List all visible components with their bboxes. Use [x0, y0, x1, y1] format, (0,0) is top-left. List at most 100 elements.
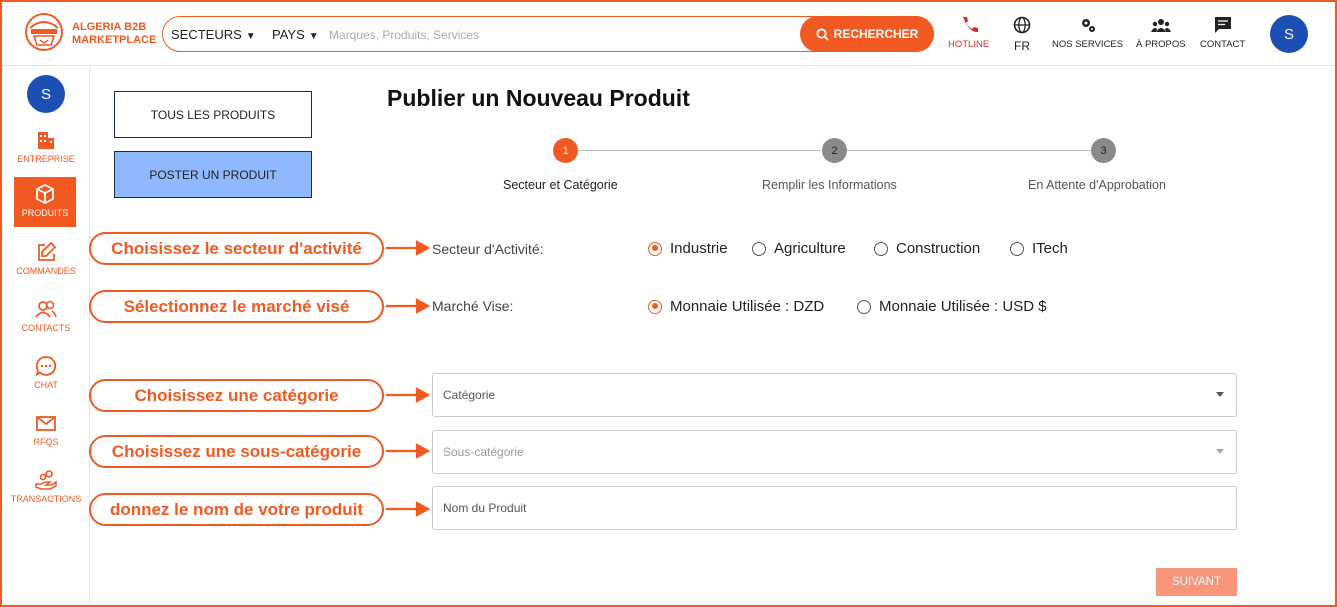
sectors-dropdown[interactable]: SECTEURS ▼	[171, 27, 256, 42]
chat-icon	[35, 356, 57, 377]
language-selector[interactable]: FR	[1012, 16, 1032, 53]
sidebar-item-label: COMMANDES	[16, 266, 76, 276]
brand-line-1: ALGERIA B2B	[72, 21, 147, 33]
page-title: Publier un Nouveau Produit	[387, 85, 690, 111]
subcategory-select[interactable]: Sous-catégorie	[432, 430, 1237, 474]
post-product-button[interactable]: POSTER UN PRODUIT	[114, 151, 312, 198]
product-name-placeholder: Nom du Produit	[443, 501, 527, 515]
chevron-down-icon: ▼	[308, 31, 319, 42]
subcategory-placeholder: Sous-catégorie	[443, 445, 524, 459]
search-input[interactable]	[329, 25, 789, 45]
step-2-label: Remplir les Informations	[762, 178, 897, 192]
search-icon	[816, 27, 829, 41]
contact-link[interactable]: CONTACT	[1200, 16, 1245, 50]
radio-label: Monnaie Utilisée : DZD	[670, 298, 825, 315]
annotation-name: donnez le nom de votre produit	[89, 493, 384, 526]
sector-radio-itech[interactable]: ITech	[1010, 240, 1068, 257]
category-placeholder: Catégorie	[443, 388, 496, 402]
sector-label: Secteur d'Activité:	[432, 241, 544, 257]
services-label: NOS SERVICES	[1052, 39, 1124, 50]
contact-label: CONTACT	[1200, 39, 1246, 50]
sidebar-item-produits[interactable]: PRODUITS	[14, 177, 76, 227]
country-dropdown[interactable]: PAYS ▼	[272, 27, 319, 42]
chevron-down-icon: ▼	[245, 31, 256, 42]
edit-icon	[38, 241, 57, 261]
arrow-right-icon	[415, 240, 431, 256]
arrow-right-icon	[415, 443, 431, 459]
market-label: Marché Vise:	[432, 298, 514, 314]
search-button-label: RECHERCHER	[833, 27, 919, 41]
brand-line-2: MARKETPLACE	[72, 34, 157, 46]
user-avatar[interactable]: S	[1270, 15, 1308, 53]
gears-icon	[1081, 19, 1095, 32]
radio-label: Industrie	[670, 240, 728, 257]
step-3-indicator: 3	[1091, 138, 1116, 163]
hotline-label: HOTLINE	[948, 39, 990, 50]
search-button[interactable]: RECHERCHER	[800, 16, 934, 52]
sidebar-item-rfqs[interactable]: RFQS	[2, 412, 90, 447]
language-label: FR	[1014, 39, 1030, 53]
sidebar-item-transactions[interactable]: TRANSACTIONS	[2, 469, 90, 504]
product-name-field[interactable]: Nom du Produit	[432, 486, 1237, 530]
globe-icon	[1013, 16, 1031, 34]
radio-unselected-icon	[874, 241, 888, 256]
arrow-right-icon	[415, 298, 431, 314]
annotation-arrows	[386, 240, 431, 517]
annotation-sector: Choisissez le secteur d'activité	[89, 232, 384, 265]
hand-coins-icon	[35, 470, 57, 490]
sector-radio-construction[interactable]: Construction	[874, 240, 980, 257]
logo-icon[interactable]	[24, 12, 64, 52]
stepper-connector	[847, 150, 1090, 151]
about-label: À PROPOS	[1136, 39, 1186, 50]
step-3-label: En Attente d'Approbation	[1028, 178, 1166, 192]
radio-label: Construction	[896, 240, 981, 257]
services-link[interactable]: NOS SERVICES	[1052, 16, 1123, 50]
radio-selected-icon	[648, 241, 662, 256]
sectors-label: SECTEURS	[171, 27, 242, 42]
hotline-link[interactable]: HOTLINE	[948, 16, 989, 50]
sidebar-avatar[interactable]: S	[27, 75, 65, 113]
annotation-subcategory: Choisissez une sous-catégorie	[89, 435, 384, 468]
team-icon	[1150, 19, 1171, 32]
step-1-indicator: 1	[553, 138, 578, 163]
sector-radio-agriculture[interactable]: Agriculture	[752, 240, 846, 257]
phone-icon	[962, 17, 978, 33]
annotation-category: Choisissez une catégorie	[89, 379, 384, 412]
top-header: ALGERIA B2B MARKETPLACE SECTEURS ▼ PAYS ▼ …	[2, 2, 1335, 66]
building-icon	[38, 132, 54, 149]
search-bar: SECTEURS▼ PAYS▼ RECHERCHER	[162, 16, 934, 52]
radio-unselected-icon	[857, 299, 871, 314]
sidebar-item-entreprise[interactable]: ENTREPRISE	[2, 129, 90, 164]
sidebar-item-commandes[interactable]: COMMANDES	[2, 241, 90, 276]
dropdown-caret-icon	[1216, 392, 1224, 397]
sidebar-item-contacts[interactable]: CONTACTS	[2, 298, 90, 333]
sidebar-item-chat[interactable]: CHAT	[2, 355, 90, 390]
step-2-indicator: 2	[822, 138, 847, 163]
radio-label: Monnaie Utilisée : USD $	[879, 298, 1047, 315]
radio-unselected-icon	[752, 241, 766, 256]
radio-unselected-icon	[1010, 241, 1024, 256]
sidebar-item-label: TRANSACTIONS	[10, 494, 82, 504]
arrow-right-icon	[415, 387, 431, 403]
all-products-button[interactable]: TOUS LES PRODUITS	[114, 91, 312, 138]
radio-selected-icon	[648, 299, 662, 314]
box-icon	[36, 183, 54, 205]
mail-icon	[36, 416, 56, 431]
radio-label: Agriculture	[774, 240, 846, 257]
market-radio-usd[interactable]: Monnaie Utilisée : USD $	[857, 298, 1047, 315]
step-1-label: Secteur et Catégorie	[503, 178, 618, 192]
next-button[interactable]: SUIVANT	[1156, 568, 1237, 596]
dropdown-caret-icon	[1216, 449, 1224, 454]
market-radio-dzd[interactable]: Monnaie Utilisée : DZD	[648, 298, 824, 315]
stepper-connector	[578, 150, 821, 151]
category-select[interactable]: Catégorie	[432, 373, 1237, 417]
sector-radio-industrie[interactable]: Industrie	[648, 240, 728, 257]
users-icon	[35, 300, 57, 318]
message-icon	[1214, 17, 1231, 33]
brand-name[interactable]: ALGERIA B2B MARKETPLACE	[72, 21, 156, 47]
sidebar-item-label: RFQS	[33, 437, 59, 447]
country-label: PAYS	[272, 27, 305, 42]
about-link[interactable]: À PROPOS	[1136, 16, 1186, 50]
sidebar-item-label: CONTACTS	[21, 323, 71, 333]
sidebar-item-label: PRODUITS	[21, 208, 69, 218]
